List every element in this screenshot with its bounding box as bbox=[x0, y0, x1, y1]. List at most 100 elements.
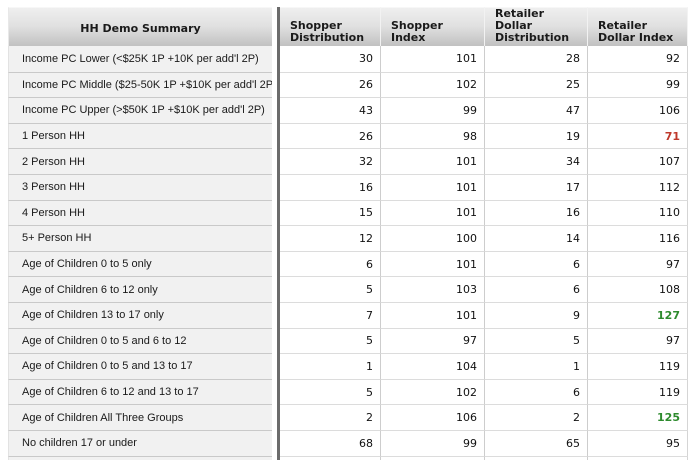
table-row: 5+ Person HH 12 100 14 116 bbox=[8, 225, 688, 251]
value-cell-shopper-index: 97 bbox=[380, 328, 484, 354]
table-body: Income PC Lower (<$25K 1P +10K per add'l… bbox=[8, 46, 688, 456]
value-cell-retailer-dollar-distribution: 17 bbox=[484, 174, 587, 200]
value-cell-shopper-index: 104 bbox=[380, 353, 484, 379]
value-cell bbox=[380, 456, 484, 460]
value-cell-shopper-index: 98 bbox=[380, 123, 484, 149]
value-cell-shopper-distribution: 12 bbox=[280, 225, 380, 251]
row-label-cell: 1 Person HH bbox=[8, 123, 272, 149]
table-row: 1 Person HH 26 98 19 71 bbox=[8, 123, 688, 149]
table-row: Income PC Lower (<$25K 1P +10K per add'l… bbox=[8, 46, 688, 72]
value-cell bbox=[484, 456, 587, 460]
row-label-cell: Age of Children 0 to 5 only bbox=[8, 251, 272, 277]
value-cell-retailer-dollar-distribution: 5 bbox=[484, 328, 587, 354]
table-row: 2 Person HH 32 101 34 107 bbox=[8, 148, 688, 174]
table-header-row: HH Demo Summary Shopper Distribution Sho… bbox=[8, 7, 688, 46]
value-cell-shopper-distribution: 2 bbox=[280, 404, 380, 430]
value-cell-shopper-index: 101 bbox=[380, 148, 484, 174]
table-row: Age of Children 6 to 12 only 5 103 6 108 bbox=[8, 276, 688, 302]
value-cell-shopper-index: 99 bbox=[380, 430, 484, 456]
row-label-cell: Income PC Upper (>$50K 1P +$10K per add'… bbox=[8, 97, 272, 123]
row-label-cell: 2 Person HH bbox=[8, 148, 272, 174]
value-cell-retailer-dollar-index: 92 bbox=[587, 46, 688, 72]
value-cell-shopper-distribution: 43 bbox=[280, 97, 380, 123]
table-row: Income PC Middle ($25-50K 1P +$10K per a… bbox=[8, 72, 688, 98]
value-cell-shopper-distribution: 5 bbox=[280, 379, 380, 405]
row-label-cell: Age of Children 13 to 17 only bbox=[8, 302, 272, 328]
value-cell-retailer-dollar-distribution: 2 bbox=[484, 404, 587, 430]
value-cell-shopper-distribution: 6 bbox=[280, 251, 380, 277]
value-cell-shopper-distribution: 26 bbox=[280, 72, 380, 98]
value-cell-shopper-index: 102 bbox=[380, 72, 484, 98]
value-cell-shopper-index: 101 bbox=[380, 174, 484, 200]
column-header-shopper-distribution[interactable]: Shopper Distribution bbox=[280, 7, 380, 51]
table-row: Income PC Upper (>$50K 1P +$10K per add'… bbox=[8, 97, 688, 123]
column-header-retailer-dollar-index[interactable]: Retailer Dollar Index bbox=[587, 7, 688, 51]
column-header-hh-demo-summary[interactable]: HH Demo Summary bbox=[8, 7, 272, 51]
value-cell-retailer-dollar-index: 108 bbox=[587, 276, 688, 302]
value-cell-shopper-index: 101 bbox=[380, 46, 484, 72]
value-cell-retailer-dollar-distribution: 6 bbox=[484, 379, 587, 405]
table-row: Age of Children 6 to 12 and 13 to 17 5 1… bbox=[8, 379, 688, 405]
value-cell-retailer-dollar-distribution: 34 bbox=[484, 148, 587, 174]
row-label-cell: Age of Children 6 to 12 and 13 to 17 bbox=[8, 379, 272, 405]
value-cell-retailer-dollar-distribution: 1 bbox=[484, 353, 587, 379]
value-cell-retailer-dollar-index: 112 bbox=[587, 174, 688, 200]
value-cell-retailer-dollar-index: 97 bbox=[587, 251, 688, 277]
column-header-retailer-dollar-distribution[interactable]: Retailer Dollar Distribution bbox=[484, 7, 587, 51]
value-cell-retailer-dollar-index: 127 bbox=[587, 302, 688, 328]
value-cell-retailer-dollar-distribution: 25 bbox=[484, 72, 587, 98]
value-cell-retailer-dollar-index: 125 bbox=[587, 404, 688, 430]
value-cell-shopper-index: 100 bbox=[380, 225, 484, 251]
value-cell bbox=[280, 456, 380, 460]
table-row: No children 17 or under 68 99 65 95 bbox=[8, 430, 688, 456]
value-cell-shopper-index: 99 bbox=[380, 97, 484, 123]
value-cell-retailer-dollar-index: 119 bbox=[587, 353, 688, 379]
value-cell-shopper-distribution: 30 bbox=[280, 46, 380, 72]
table-row: Age of Children All Three Groups 2 106 2… bbox=[8, 404, 688, 430]
value-cell-retailer-dollar-distribution: 28 bbox=[484, 46, 587, 72]
row-label-cell: Income PC Middle ($25-50K 1P +$10K per a… bbox=[8, 72, 272, 98]
value-cell-retailer-dollar-index: 107 bbox=[587, 148, 688, 174]
value-cell-shopper-distribution: 15 bbox=[280, 200, 380, 226]
value-cell-retailer-dollar-distribution: 6 bbox=[484, 276, 587, 302]
row-label-cell: No children 17 or under bbox=[8, 430, 272, 456]
row-label-cell: Income PC Lower (<$25K 1P +10K per add'l… bbox=[8, 46, 272, 72]
row-label-cell: 5+ Person HH bbox=[8, 225, 272, 251]
value-cell-retailer-dollar-distribution: 65 bbox=[484, 430, 587, 456]
value-cell-retailer-dollar-distribution: 47 bbox=[484, 97, 587, 123]
value-cell-retailer-dollar-index: 99 bbox=[587, 72, 688, 98]
value-cell-retailer-dollar-distribution: 19 bbox=[484, 123, 587, 149]
row-label-cell: Age of Children 0 to 5 and 13 to 17 bbox=[8, 353, 272, 379]
row-label-cell: 3 Person HH bbox=[8, 174, 272, 200]
value-cell-retailer-dollar-index: 106 bbox=[587, 97, 688, 123]
row-label-cell bbox=[8, 456, 272, 460]
value-cell-shopper-index: 106 bbox=[380, 404, 484, 430]
value-cell-retailer-dollar-distribution: 9 bbox=[484, 302, 587, 328]
value-cell-retailer-dollar-index: 97 bbox=[587, 328, 688, 354]
hh-demo-summary-table: HH Demo Summary Shopper Distribution Sho… bbox=[8, 7, 688, 460]
report-page: HH Demo Summary Shopper Distribution Sho… bbox=[0, 0, 690, 460]
value-cell-shopper-distribution: 68 bbox=[280, 430, 380, 456]
value-cell-shopper-distribution: 5 bbox=[280, 328, 380, 354]
value-cell-shopper-index: 102 bbox=[380, 379, 484, 405]
table-row: 4 Person HH 15 101 16 110 bbox=[8, 200, 688, 226]
value-cell-shopper-distribution: 5 bbox=[280, 276, 380, 302]
table-row: Age of Children 0 to 5 only 6 101 6 97 bbox=[8, 251, 688, 277]
value-cell-retailer-dollar-distribution: 6 bbox=[484, 251, 587, 277]
column-header-shopper-index[interactable]: Shopper Index bbox=[380, 7, 484, 51]
row-label-cell: Age of Children 0 to 5 and 6 to 12 bbox=[8, 328, 272, 354]
value-cell-shopper-index: 101 bbox=[380, 302, 484, 328]
value-cell-retailer-dollar-index: 119 bbox=[587, 379, 688, 405]
value-cell-shopper-distribution: 7 bbox=[280, 302, 380, 328]
value-cell-retailer-dollar-index: 116 bbox=[587, 225, 688, 251]
row-label-cell: Age of Children 6 to 12 only bbox=[8, 276, 272, 302]
value-cell-retailer-dollar-distribution: 16 bbox=[484, 200, 587, 226]
value-cell-retailer-dollar-index: 71 bbox=[587, 123, 688, 149]
row-label-cell: Age of Children All Three Groups bbox=[8, 404, 272, 430]
row-label-cell: 4 Person HH bbox=[8, 200, 272, 226]
value-cell-shopper-distribution: 26 bbox=[280, 123, 380, 149]
value-cell-retailer-dollar-index: 110 bbox=[587, 200, 688, 226]
value-cell-shopper-index: 101 bbox=[380, 251, 484, 277]
value-cell-shopper-distribution: 32 bbox=[280, 148, 380, 174]
table-row: 3 Person HH 16 101 17 112 bbox=[8, 174, 688, 200]
